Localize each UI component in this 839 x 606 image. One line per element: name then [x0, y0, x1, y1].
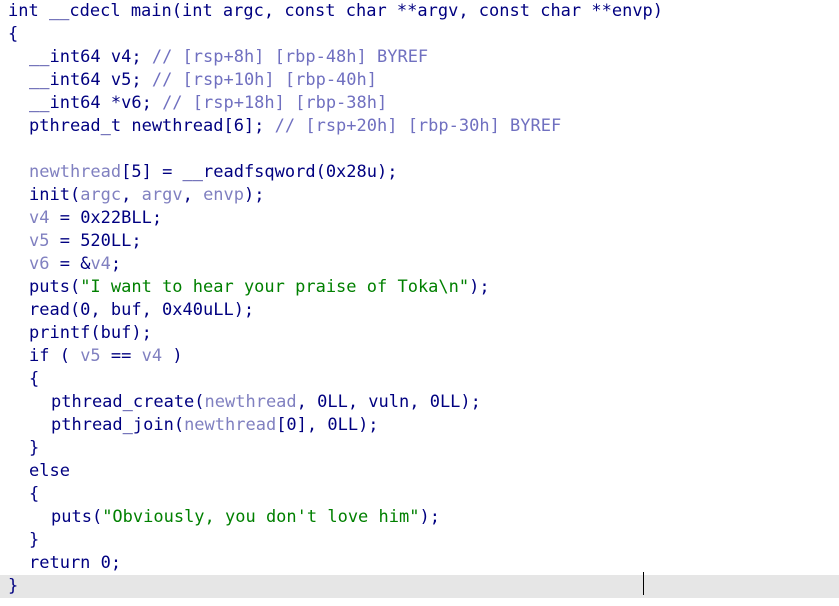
statement: puts( — [51, 507, 103, 527]
variable: newthread — [204, 392, 297, 412]
variable: v5 — [80, 346, 101, 366]
statement: = & — [49, 254, 91, 274]
statement: return 0; — [29, 553, 122, 573]
code-line-open-brace[interactable]: { — [0, 368, 839, 391]
code-line-if[interactable]: if ( v5 == v4 ) — [0, 345, 839, 368]
code-line-init[interactable]: init(argc, argv, envp); — [0, 184, 839, 207]
function-signature: int __cdecl main(int argc, const char **… — [8, 1, 664, 21]
code-line-pthread-join[interactable]: pthread_join(newthread[0], 0LL); — [0, 414, 839, 437]
text-cursor — [643, 572, 644, 595]
code-line-canary[interactable]: newthread[5] = __readfsqword(0x28u); — [0, 161, 839, 184]
declaration: __int64 v4; — [29, 47, 152, 67]
code-line-read[interactable]: read(0, buf, 0x40uLL); — [0, 299, 839, 322]
comment: // [rsp+20h] [rbp-30h] BYREF — [274, 116, 562, 136]
code-line-blank[interactable] — [0, 138, 839, 161]
statement: = 520LL; — [49, 231, 142, 251]
string-literal: "Obviously, you don't love him" — [102, 507, 420, 527]
statement: pthread_join( — [51, 415, 185, 435]
variable: argv — [141, 185, 183, 205]
variable: envp — [203, 185, 245, 205]
brace: } — [8, 576, 19, 596]
declaration: pthread_t newthread[6]; — [29, 116, 275, 136]
code-line-open-brace[interactable]: { — [0, 23, 839, 46]
code-line-printf[interactable]: printf(buf); — [0, 322, 839, 345]
comment: // [rsp+10h] [rbp-40h] — [151, 70, 377, 90]
statement: printf(buf); — [29, 323, 152, 343]
pseudocode-view[interactable]: int __cdecl main(int argc, const char **… — [0, 0, 839, 598]
comment: // [rsp+8h] [rbp-48h] BYREF — [151, 47, 429, 67]
punct: ) — [162, 346, 183, 366]
code-line-decl-v6[interactable]: __int64 *v6; // [rsp+18h] [rbp-38h] — [0, 92, 839, 115]
code-line-decl-newthread[interactable]: pthread_t newthread[6]; // [rsp+20h] [rb… — [0, 115, 839, 138]
punct: ); — [469, 277, 490, 297]
punct: , — [182, 185, 204, 205]
statement: read(0, buf, 0x40uLL); — [29, 300, 255, 320]
variable: newthread — [29, 162, 122, 182]
punct: ); — [244, 185, 265, 205]
code-line-else[interactable]: else — [0, 460, 839, 483]
operator: == — [100, 346, 142, 366]
statement: = 0x22BLL; — [49, 208, 163, 228]
code-line-close-brace-current[interactable]: } — [0, 575, 839, 598]
punct: , — [121, 185, 142, 205]
variable: v4 — [90, 254, 111, 274]
brace: } — [29, 438, 40, 458]
statement: [0], 0LL); — [276, 415, 379, 435]
brace: { — [8, 24, 19, 44]
declaration: __int64 *v6; — [29, 93, 163, 113]
code-line-decl-v4[interactable]: __int64 v4; // [rsp+8h] [rbp-48h] BYREF — [0, 46, 839, 69]
code-line-signature[interactable]: int __cdecl main(int argc, const char **… — [0, 0, 839, 23]
brace: { — [29, 484, 40, 504]
code-line-open-brace[interactable]: { — [0, 483, 839, 506]
statement: puts( — [29, 277, 81, 297]
keyword: else — [29, 461, 70, 481]
code-line-pthread-create[interactable]: pthread_create(newthread, 0LL, vuln, 0LL… — [0, 391, 839, 414]
code-line-assign-v4[interactable]: v4 = 0x22BLL; — [0, 207, 839, 230]
comment: // [rsp+18h] [rbp-38h] — [162, 93, 388, 113]
code-line-return[interactable]: return 0; — [0, 552, 839, 575]
variable: v6 — [29, 254, 50, 274]
code-line-puts-praise[interactable]: puts("I want to hear your praise of Toka… — [0, 276, 839, 299]
punct: ; — [110, 254, 122, 274]
brace: { — [29, 369, 40, 389]
brace: } — [29, 530, 40, 550]
statement: [5] = __readfsqword(0x28u); — [121, 162, 398, 182]
variable: v4 — [29, 208, 50, 228]
variable: argc — [80, 185, 122, 205]
code-line-close-brace[interactable]: } — [0, 529, 839, 552]
punct: ); — [419, 507, 440, 527]
code-line-assign-v6[interactable]: v6 = &v4; — [0, 253, 839, 276]
code-line-decl-v5[interactable]: __int64 v5; // [rsp+10h] [rbp-40h] — [0, 69, 839, 92]
code-line-puts-obviously[interactable]: puts("Obviously, you don't love him"); — [0, 506, 839, 529]
string-literal: "I want to hear your praise of Toka\n" — [80, 277, 470, 297]
variable: v5 — [29, 231, 50, 251]
code-line-close-brace[interactable]: } — [0, 437, 839, 460]
variable: v4 — [141, 346, 163, 366]
keyword: if ( — [29, 346, 81, 366]
variable: newthread — [184, 415, 277, 435]
declaration: __int64 v5; — [29, 70, 152, 90]
statement: , 0LL, vuln, 0LL); — [296, 392, 481, 412]
statement: pthread_create( — [51, 392, 205, 412]
statement: init( — [29, 185, 81, 205]
code-line-assign-v5[interactable]: v5 = 520LL; — [0, 230, 839, 253]
